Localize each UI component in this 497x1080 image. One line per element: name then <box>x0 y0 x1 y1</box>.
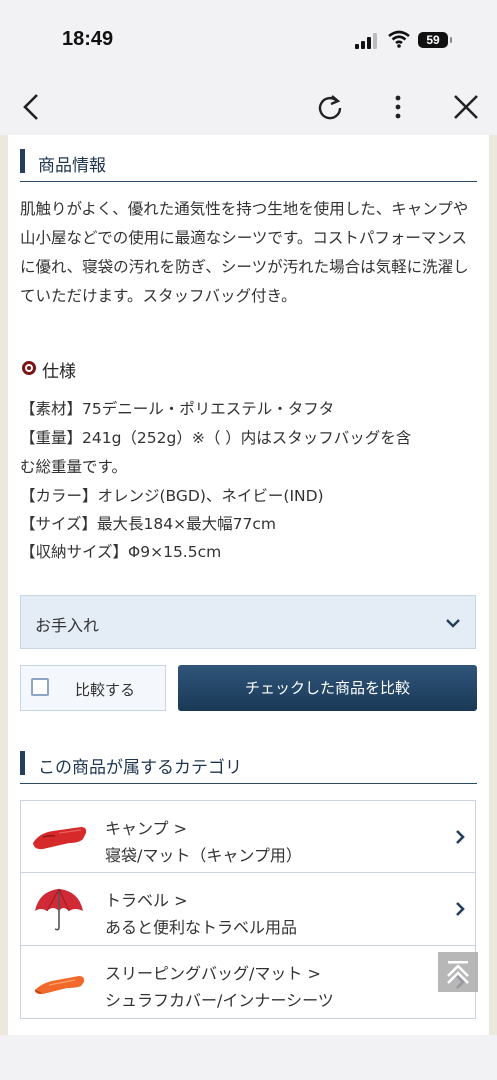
signal-icon <box>355 33 381 49</box>
product-info-heading: 商品情報 <box>20 145 477 182</box>
category-name: あると便利なトラベル用品 <box>105 918 298 937</box>
category-parent: トラベル > <box>105 891 188 910</box>
product-content: 商品情報 肌触りがよく、優れた通気性を持つ生地を使用した、キャンプや山小屋などで… <box>8 135 489 1035</box>
sleeping-bag-icon <box>29 813 89 861</box>
spec-line: 【重量】241g（252g）※（ ）内はスタッフバッグを含 <box>20 429 412 447</box>
spec-line: む総重量です。 <box>20 458 127 476</box>
category-item-sleeping-bag[interactable]: スリーピングバッグ/マット > シュラフカバー/インナーシーツ <box>20 946 476 1019</box>
heading-accent-bar <box>20 751 25 775</box>
browser-toolbar <box>0 80 497 135</box>
more-options-icon[interactable] <box>379 88 417 126</box>
umbrella-icon <box>29 885 89 933</box>
product-info-title: 商品情報 <box>38 156 106 176</box>
compare-checkbox-label: 比較する <box>75 681 136 699</box>
categories-title: この商品が属するカテゴリ <box>38 758 242 778</box>
compare-checkbox[interactable]: 比較する <box>20 665 166 711</box>
chevron-right-icon <box>455 901 465 921</box>
category-parent: キャンプ > <box>105 819 188 838</box>
product-description: 肌触りがよく、優れた通気性を持つ生地を使用した、キャンプや山小屋などでの使用に最… <box>20 200 469 305</box>
chevron-down-icon <box>445 614 461 633</box>
category-name: シュラフカバー/インナーシーツ <box>105 991 334 1010</box>
close-icon[interactable] <box>447 88 485 126</box>
categories-heading: この商品が属するカテゴリ <box>20 747 477 784</box>
chevron-right-icon <box>455 829 465 849</box>
compare-checked-button[interactable]: チェックした商品を比較 <box>178 665 477 711</box>
bullet-icon <box>22 361 36 375</box>
battery-icon: 59 <box>418 32 452 48</box>
reload-icon[interactable] <box>311 88 349 126</box>
spec-heading-label: 仕様 <box>42 362 76 382</box>
category-list: キャンプ > 寝袋/マット（キャンプ用） トラベル > あると便利なトラベル用品 <box>20 800 476 1019</box>
back-to-top-button[interactable] <box>438 952 478 992</box>
care-label: お手入れ <box>35 616 100 635</box>
back-icon[interactable] <box>12 88 50 126</box>
spec-line: 【素材】75デニール・ポリエステル・タフタ <box>20 400 335 418</box>
bivy-cover-icon <box>29 958 89 1006</box>
arrow-up-icon <box>447 961 469 984</box>
category-item-travel[interactable]: トラベル > あると便利なトラベル用品 <box>20 873 476 946</box>
category-name: 寝袋/マット（キャンプ用） <box>105 846 302 865</box>
spec-line: 【カラー】オレンジ(BGD)、ネイビー(IND) <box>20 487 324 505</box>
care-accordion[interactable]: お手入れ <box>20 595 476 649</box>
wifi-icon <box>388 30 410 48</box>
status-bar: 18:49 59 <box>0 0 497 80</box>
status-time: 18:49 <box>62 28 114 50</box>
spec-line: 【サイズ】最大長184×最大幅77cm <box>20 515 276 533</box>
spec-line: 【収納サイズ】Φ9×15.5cm <box>20 543 222 561</box>
category-item-camp[interactable]: キャンプ > 寝袋/マット（キャンプ用） <box>20 800 476 873</box>
category-parent: スリーピングバッグ/マット > <box>105 964 321 983</box>
checkbox-icon[interactable] <box>31 678 49 696</box>
bottom-bar <box>0 1035 497 1080</box>
heading-accent-bar <box>20 149 25 173</box>
